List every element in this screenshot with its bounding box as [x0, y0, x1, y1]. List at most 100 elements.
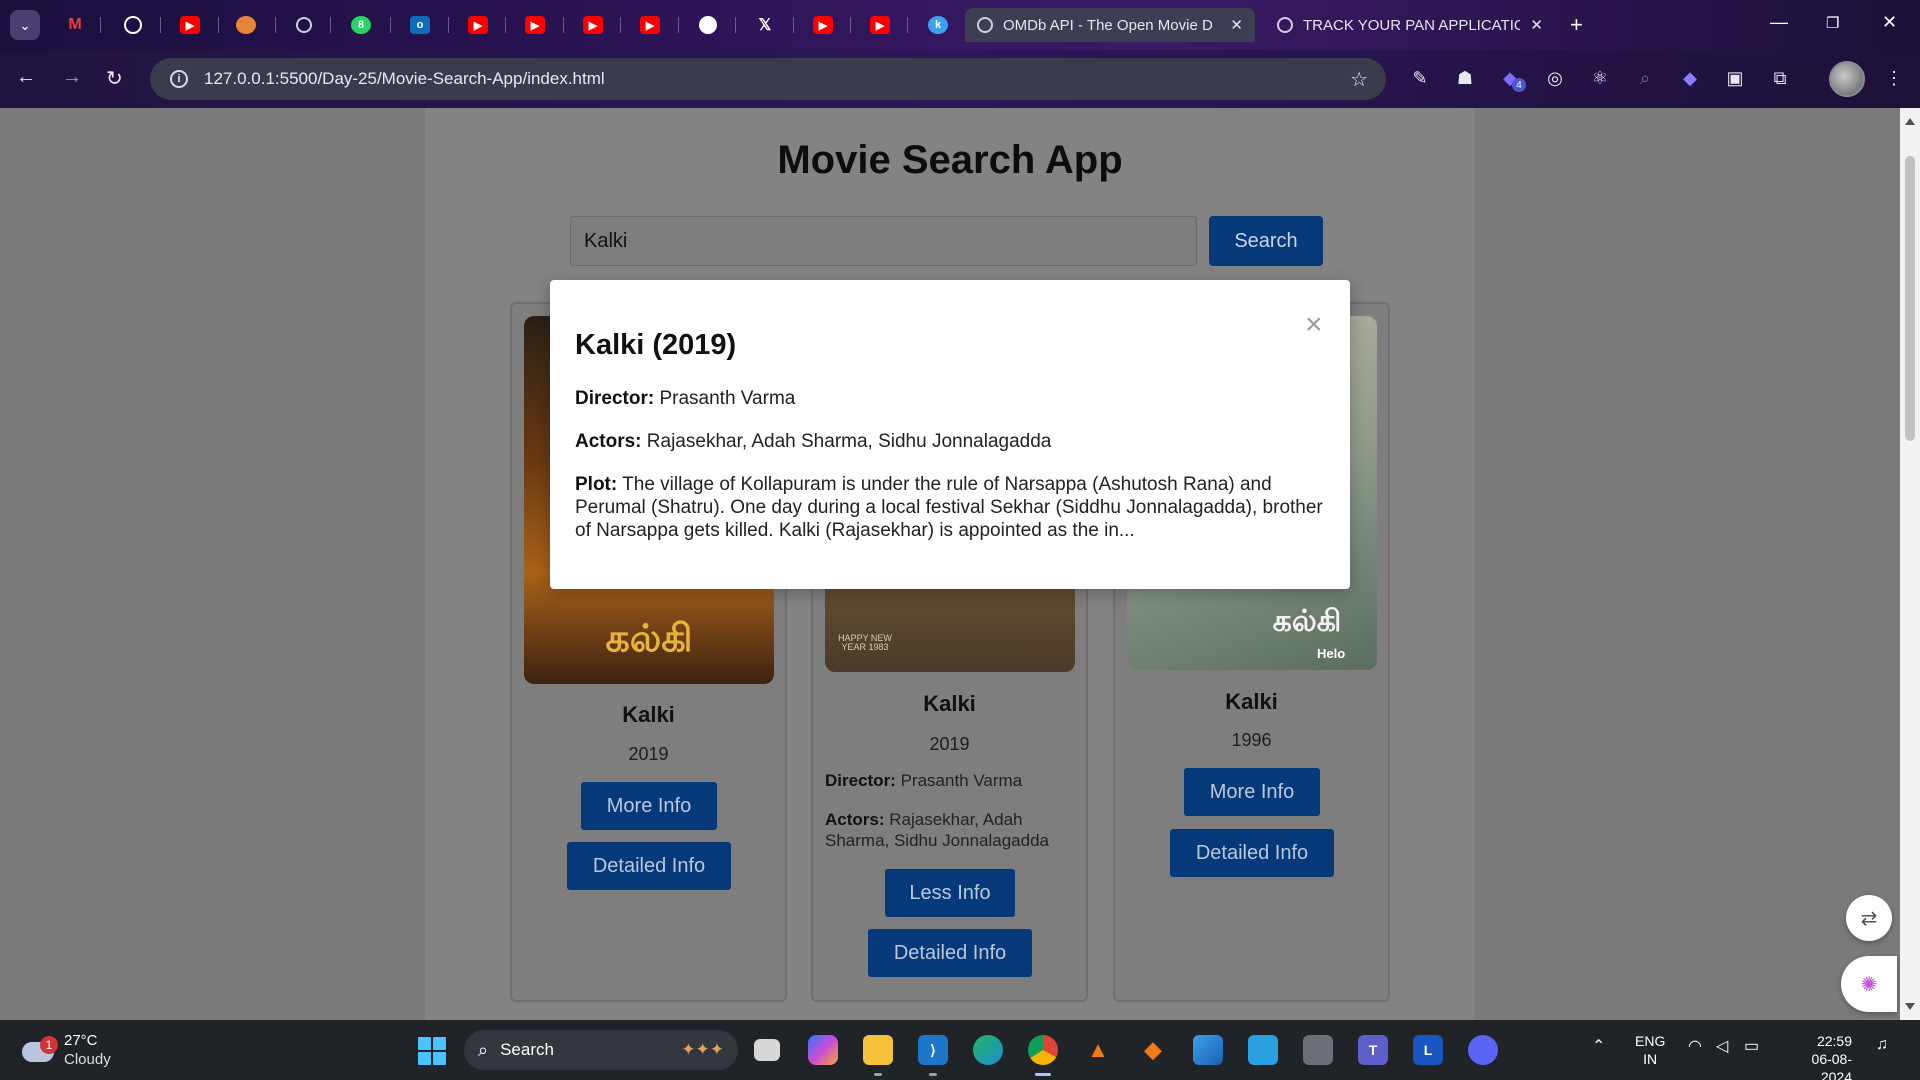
detailed-info-button[interactable]: Detailed Info [1170, 829, 1334, 877]
actors-value: Rajasekhar, Adah Sharma, Sidhu Jonnalaga… [646, 431, 1052, 452]
new-tab-button[interactable]: + [1570, 12, 1583, 38]
card-year: 1996 [1231, 730, 1272, 750]
eyedropper-icon[interactable]: ✎ [1408, 66, 1432, 90]
detailed-info-button[interactable]: Detailed Info [567, 842, 731, 890]
tab-separator [678, 17, 679, 33]
detailed-info-button[interactable]: Detailed Info [868, 929, 1032, 977]
poster-caption: HAPPY NEW YEAR 1983 [838, 633, 892, 652]
bookmark-star-icon[interactable]: ☆ [1350, 67, 1368, 92]
tab-separator [390, 17, 391, 33]
minimize-icon[interactable]: — [1770, 12, 1788, 33]
gmail-icon[interactable]: M [57, 10, 93, 40]
search-extension-icon[interactable]: ⌕ [1633, 66, 1657, 90]
chevron-up-icon[interactable]: ⌃ [1592, 1036, 1605, 1056]
git-icon[interactable]: ◆ [1138, 1035, 1168, 1065]
scroll-down-icon[interactable] [1905, 1003, 1915, 1010]
close-window-icon[interactable]: ✕ [1882, 12, 1897, 33]
close-tab-icon[interactable]: ✕ [1530, 16, 1543, 34]
forward-icon[interactable]: → [62, 66, 82, 89]
address-bar[interactable]: i 127.0.0.1:5500/Day-25/Movie-Search-App… [150, 58, 1386, 100]
app-icon[interactable] [228, 10, 264, 40]
teams-icon[interactable]: T [1358, 1035, 1388, 1065]
lens-icon[interactable]: ▣ [1723, 66, 1747, 90]
puzzle-icon[interactable]: ⧉ [1768, 66, 1792, 90]
whatsapp-icon[interactable]: 8 [343, 10, 379, 40]
youtube-icon[interactable]: ▶ [862, 10, 898, 40]
task-view-icon[interactable] [754, 1039, 780, 1061]
translate-icon[interactable]: ⇄ [1846, 895, 1892, 941]
more-info-button[interactable]: More Info [581, 782, 717, 830]
avatar[interactable] [1829, 61, 1865, 97]
search-input[interactable]: Kalki [570, 216, 1197, 266]
github-icon[interactable] [690, 10, 726, 40]
tab-separator [218, 17, 219, 33]
gmail-icon: M [68, 16, 82, 33]
extension-badge: 4 [1512, 78, 1526, 92]
k-icon[interactable]: k [920, 10, 956, 40]
volume-icon[interactable]: ◁ [1716, 1036, 1728, 1056]
start-icon[interactable] [418, 1037, 446, 1065]
photos-icon[interactable] [1193, 1035, 1223, 1065]
tab-separator [448, 17, 449, 33]
clock[interactable]: 22:59 06-08-2024 [1782, 1032, 1852, 1080]
ai-assistant-icon[interactable]: ✺ [1841, 956, 1897, 1012]
notification-badge: 1 [40, 1036, 58, 1054]
tab-omdb[interactable]: OMDb API - The Open Movie D ✕ [965, 8, 1255, 42]
battery-icon[interactable]: ▭ [1744, 1036, 1759, 1056]
close-icon[interactable]: × [1305, 310, 1323, 340]
scroll-up-icon[interactable] [1905, 118, 1915, 125]
calculator-icon[interactable] [1303, 1035, 1333, 1065]
restore-icon[interactable]: ❐ [1826, 14, 1839, 32]
scrollbar[interactable] [1900, 108, 1920, 1020]
weather-widget[interactable]: 1 27°C Cloudy [22, 1030, 132, 1070]
youtube-icon[interactable]: ▶ [632, 10, 668, 40]
tab-separator [850, 17, 851, 33]
taskbar-search[interactable]: ⌕ Search ✦✦✦ [464, 1030, 738, 1070]
copilot-icon[interactable] [808, 1035, 838, 1065]
tab-pan-track[interactable]: TRACK YOUR PAN APPLICATION ✕ [1265, 8, 1555, 42]
chrome-icon[interactable] [1028, 1035, 1058, 1065]
card-actors: Actors: Rajasekhar, Adah Sharma, Sidhu J… [825, 809, 1075, 851]
youtube-icon[interactable]: ▶ [460, 10, 496, 40]
notification-bell-icon[interactable]: ♫ [1876, 1036, 1888, 1054]
globe-icon[interactable] [286, 10, 322, 40]
omdb-favicon-icon [977, 17, 993, 33]
bug-icon[interactable]: ☗ [1453, 66, 1477, 90]
desktop-icon[interactable] [1248, 1035, 1278, 1065]
more-info-button[interactable]: More Info [1184, 768, 1320, 816]
scrollbar-thumb[interactable] [1905, 156, 1915, 441]
react-icon[interactable]: ⚛ [1588, 66, 1612, 90]
youtube-icon[interactable]: ▶ [517, 10, 553, 40]
search-button[interactable]: Search [1209, 216, 1323, 266]
extension-icon[interactable]: ◆ 4 [1498, 66, 1526, 92]
outlook-icon[interactable]: o [402, 10, 438, 40]
discord-icon[interactable] [1468, 1035, 1498, 1065]
back-icon[interactable]: ← [16, 66, 36, 89]
youtube-icon[interactable]: ▶ [805, 10, 841, 40]
tab-search-icon[interactable]: ⌄ [10, 10, 40, 40]
l-app-icon[interactable]: L [1413, 1035, 1443, 1065]
youtube-icon[interactable]: ▶ [172, 10, 208, 40]
less-info-button[interactable]: Less Info [885, 869, 1015, 917]
close-tab-icon[interactable]: ✕ [1230, 16, 1243, 34]
language-indicator[interactable]: ENG IN [1635, 1032, 1665, 1068]
tab-separator [505, 17, 506, 33]
vscode-icon[interactable]: ⟩ [918, 1035, 948, 1065]
youtube-icon[interactable]: ▶ [575, 10, 611, 40]
site-info-icon[interactable]: i [170, 70, 188, 88]
card-year: 2019 [628, 744, 669, 764]
tab-title: TRACK YOUR PAN APPLICATION [1303, 16, 1521, 34]
wifi-icon[interactable]: ◠ [1688, 1036, 1702, 1056]
reload-icon[interactable]: ↻ [106, 66, 123, 91]
card-title: Kalki [622, 702, 675, 727]
file-explorer-icon[interactable] [863, 1035, 893, 1065]
tab-separator [793, 17, 794, 33]
target-icon[interactable]: ◎ [1543, 66, 1567, 90]
edge-icon[interactable] [973, 1035, 1003, 1065]
vlc-icon[interactable]: ▲ [1083, 1035, 1113, 1065]
menu-kebab-icon[interactable]: ⋮ [1882, 66, 1906, 90]
x-icon[interactable]: 𝕏 [747, 10, 783, 40]
drop-icon[interactable]: ◆ [1678, 66, 1702, 90]
openai-icon[interactable] [115, 10, 151, 40]
card-title: Kalki [923, 691, 976, 716]
